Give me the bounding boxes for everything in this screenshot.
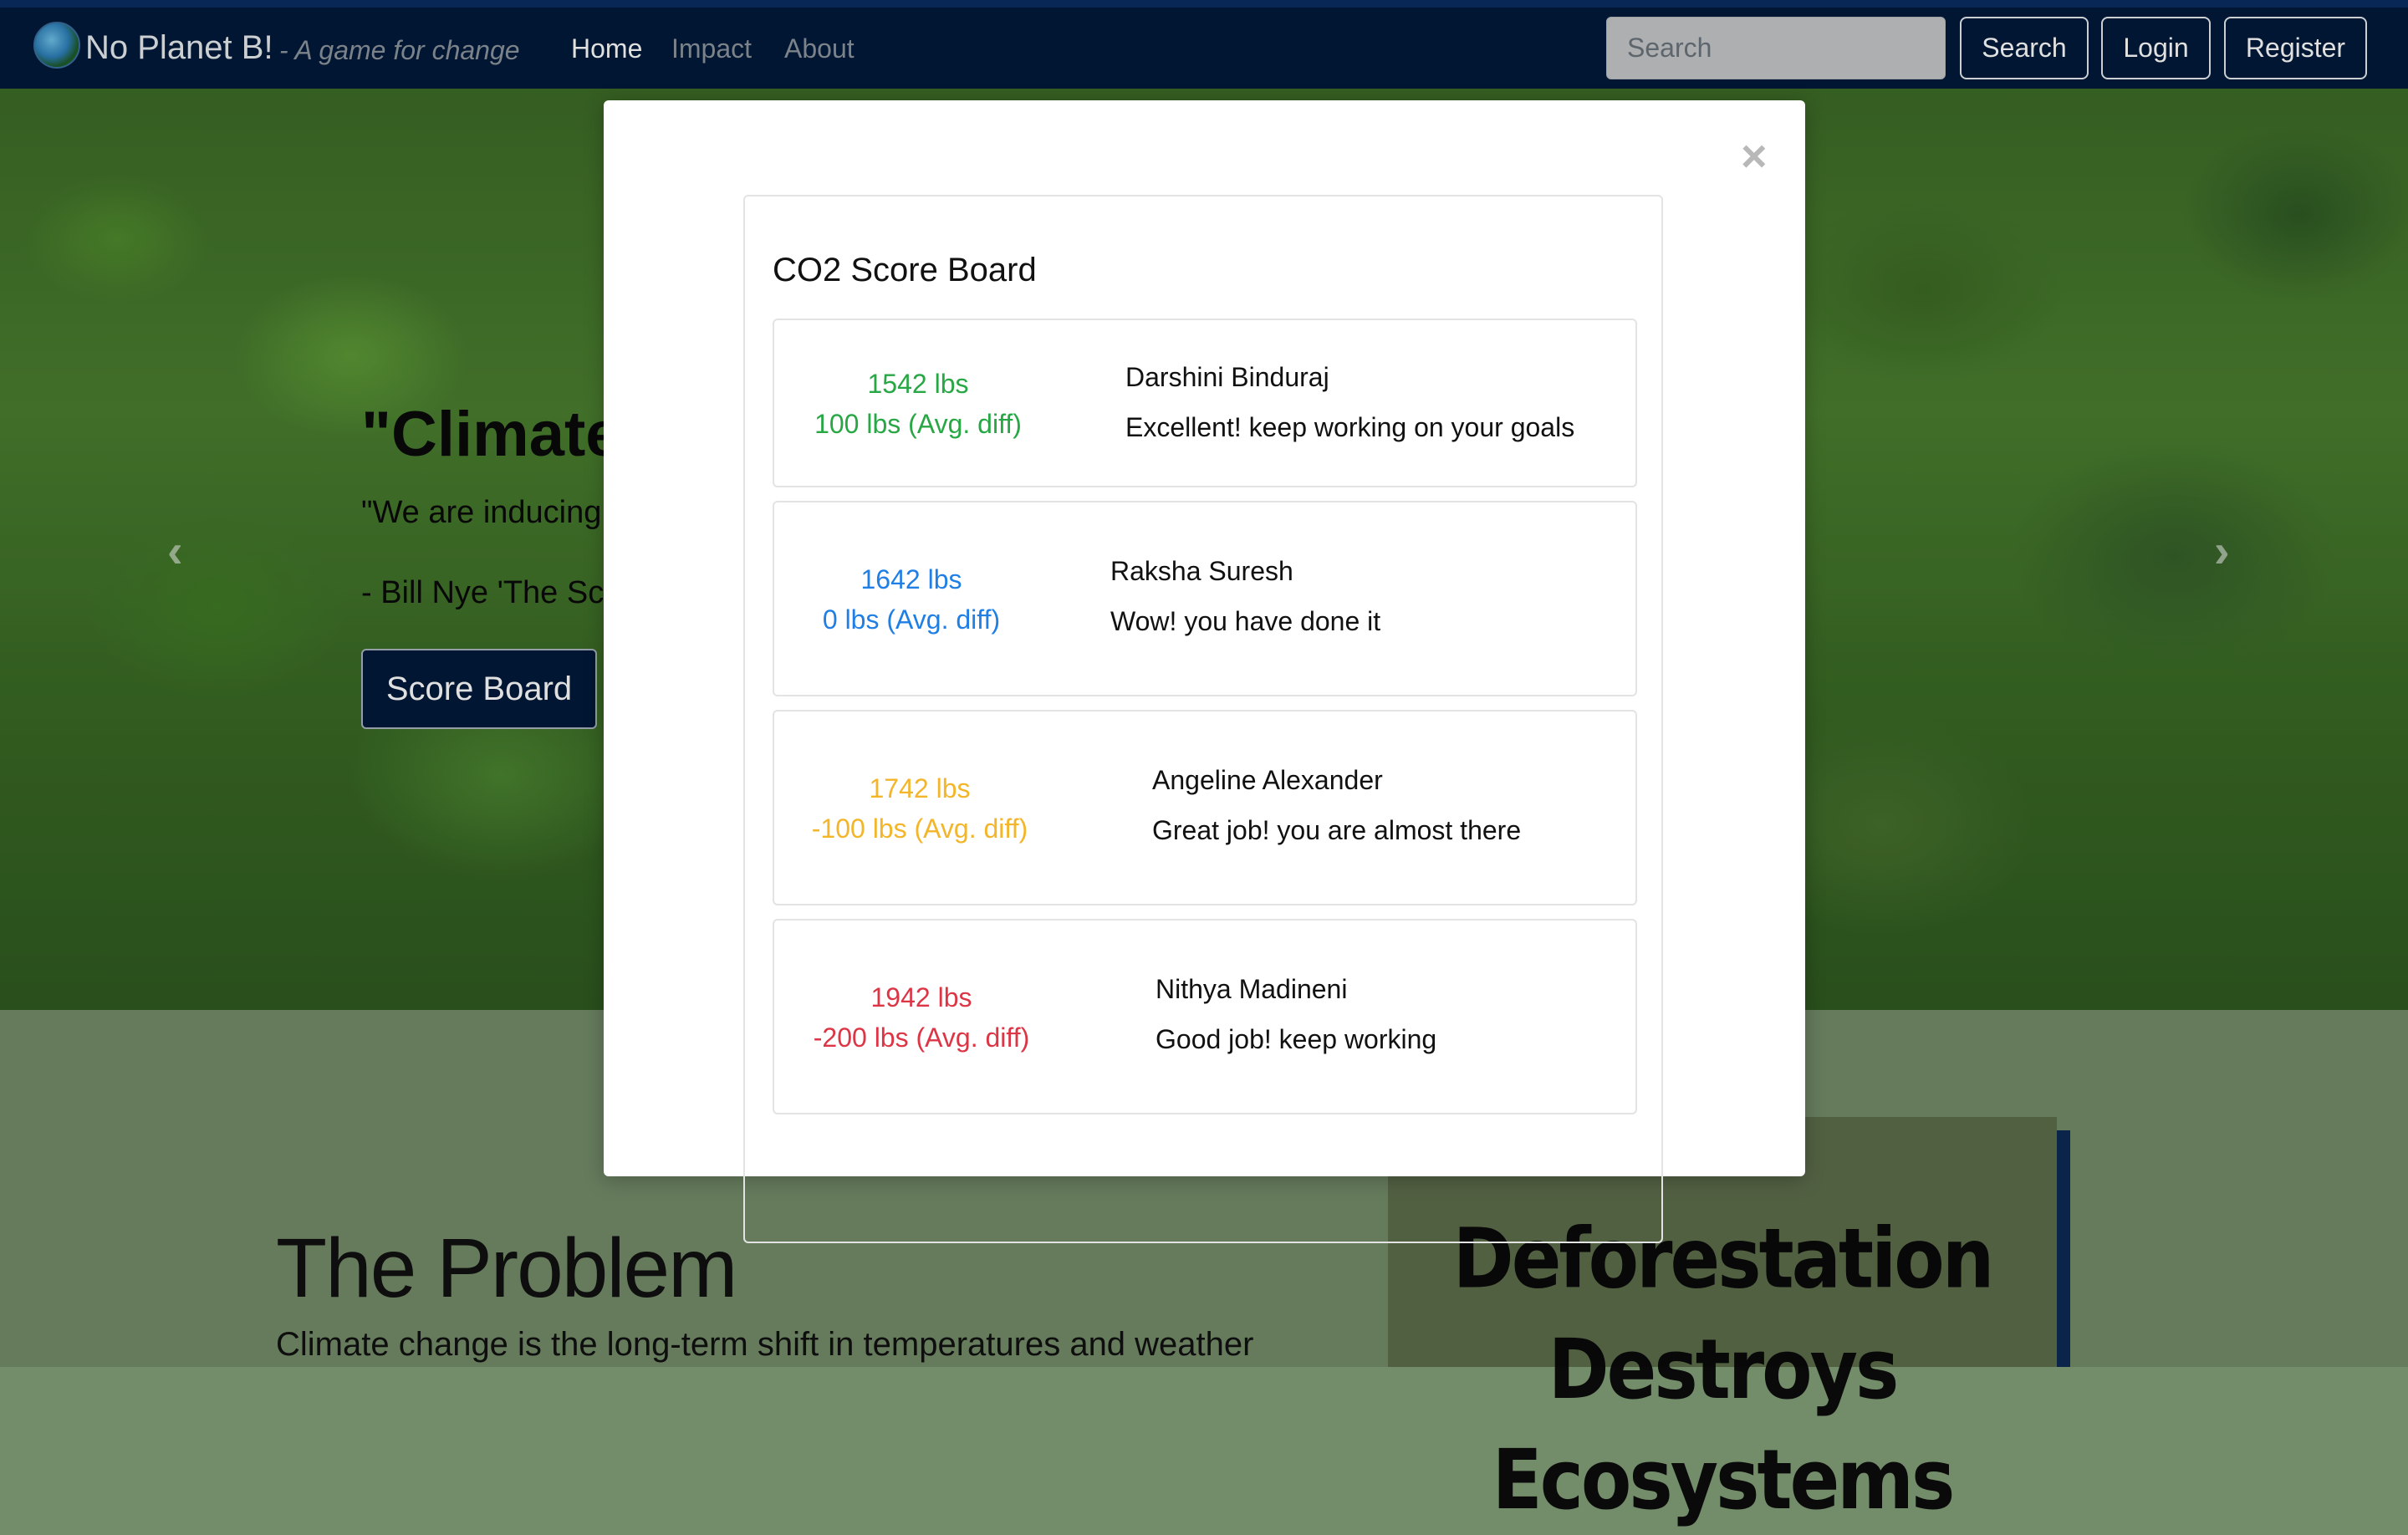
player-name: Nithya Madineni bbox=[1156, 974, 1348, 1004]
score-board-title: CO2 Score Board bbox=[773, 252, 1037, 288]
score-value: 1642 lbs bbox=[860, 564, 962, 594]
score-diff: -200 lbs (Avg. diff) bbox=[813, 1022, 1030, 1053]
score-board-modal: × CO2 Score Board 1542 lbs 100 lbs (Avg.… bbox=[604, 100, 1805, 1243]
player-message: Great job! you are almost there bbox=[1152, 815, 1522, 845]
player-message: Good job! keep working bbox=[1156, 1024, 1437, 1054]
score-entry: 1542 lbs 100 lbs (Avg. diff) Darshini Bi… bbox=[773, 319, 1637, 487]
score-entry: 1742 lbs -100 lbs (Avg. diff) Angeline A… bbox=[773, 710, 1637, 905]
score-value-block: 1942 lbs -200 lbs (Avg. diff) bbox=[794, 977, 1048, 1058]
score-board-card: CO2 Score Board 1542 lbs 100 lbs (Avg. d… bbox=[743, 195, 1663, 1243]
score-diff: 100 lbs (Avg. diff) bbox=[814, 409, 1022, 439]
player-message: Wow! you have done it bbox=[1110, 606, 1381, 636]
player-name: Raksha Suresh bbox=[1110, 556, 1293, 586]
close-icon[interactable]: × bbox=[1741, 134, 1768, 179]
score-value-block: 1742 lbs -100 lbs (Avg. diff) bbox=[794, 768, 1045, 849]
score-entry: 1642 lbs 0 lbs (Avg. diff) Raksha Suresh… bbox=[773, 501, 1637, 696]
score-diff: -100 lbs (Avg. diff) bbox=[811, 813, 1028, 844]
score-value-block: 1542 lbs 100 lbs (Avg. diff) bbox=[801, 364, 1035, 444]
score-value: 1542 lbs bbox=[867, 369, 969, 399]
score-entry: 1942 lbs -200 lbs (Avg. diff) Nithya Mad… bbox=[773, 919, 1637, 1114]
score-diff: 0 lbs (Avg. diff) bbox=[822, 604, 1001, 635]
score-value: 1942 lbs bbox=[870, 982, 972, 1012]
player-name: Angeline Alexander bbox=[1152, 765, 1383, 795]
score-value-block: 1642 lbs 0 lbs (Avg. diff) bbox=[794, 559, 1028, 640]
player-message: Excellent! keep working on your goals bbox=[1125, 412, 1575, 442]
score-value: 1742 lbs bbox=[869, 773, 971, 803]
player-name: Darshini Binduraj bbox=[1125, 362, 1329, 392]
